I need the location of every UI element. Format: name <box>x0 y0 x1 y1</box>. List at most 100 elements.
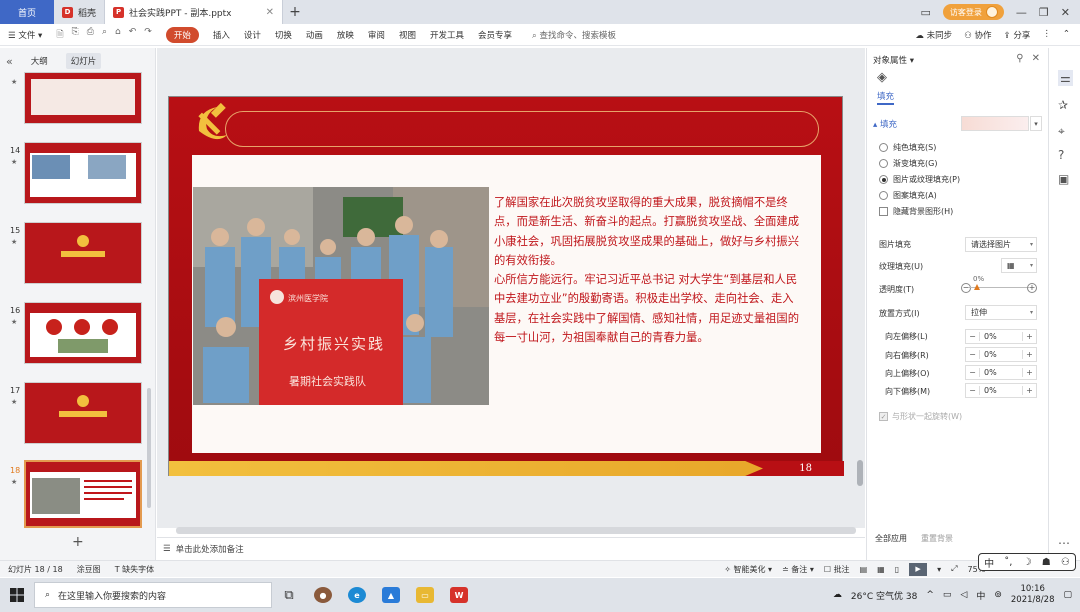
photos-app-icon[interactable]: ▲ <box>374 578 408 612</box>
paint-bucket-icon[interactable]: ◈ <box>877 70 887 85</box>
slide-thumb-15[interactable] <box>24 222 142 284</box>
weather-status[interactable]: 26°C 空气优 38 <box>851 589 917 602</box>
decrease-transparency-button[interactable]: − <box>961 283 971 293</box>
menu-transition[interactable]: 切换 <box>275 29 292 41</box>
save-icon[interactable]: 🗎 <box>56 27 63 43</box>
layout-icon[interactable]: ▭ <box>921 6 931 19</box>
option-solid-fill[interactable]: 纯色填充(S) <box>879 142 936 153</box>
offset-right-stepper[interactable]: −0% + <box>965 347 1037 362</box>
visitor-login-button[interactable]: 访客登录 <box>942 4 1004 20</box>
tab-fill[interactable]: 填充 <box>877 90 895 105</box>
add-tab-button[interactable]: + <box>283 0 307 24</box>
format-icon[interactable]: ⌂ <box>115 27 121 43</box>
menu-slideshow[interactable]: 放映 <box>337 29 354 41</box>
tab-slides[interactable]: 幻灯片 <box>65 53 102 69</box>
theme-name[interactable]: 涂豆图 <box>77 564 101 575</box>
shirt-icon[interactable]: ⚇ <box>1061 557 1070 568</box>
close-tab-icon[interactable]: ✕ <box>266 7 274 18</box>
network-icon[interactable]: ▭ <box>943 590 952 600</box>
picture-fill-select[interactable]: 请选择图片 ▾ <box>965 237 1037 252</box>
volume-icon[interactable]: ◁ <box>960 590 967 600</box>
missing-font-button[interactable]: T 缺失字体 <box>115 564 154 575</box>
hide-background-checkbox[interactable]: 隐藏背景图形(H) <box>879 206 953 217</box>
notification-icon[interactable]: ▢ <box>1063 590 1072 600</box>
thumbnail-scrollbar[interactable] <box>147 388 151 508</box>
notes-button[interactable]: ≐ 备注 ▾ <box>782 564 814 575</box>
restore-icon[interactable]: ❐ <box>1039 6 1049 19</box>
normal-view-icon[interactable]: ▤ <box>860 565 868 574</box>
apply-all-button[interactable]: 全部应用 <box>875 533 907 544</box>
fill-color-swatch[interactable] <box>961 116 1029 131</box>
increase-transparency-button[interactable]: + <box>1027 283 1037 293</box>
tray-expand-icon[interactable]: ^ <box>926 590 934 600</box>
pin-icon[interactable]: ⚲ <box>1016 53 1023 64</box>
undo-icon[interactable]: ↶ <box>129 27 137 43</box>
collab-button[interactable]: ⚇ 协作 <box>964 29 991 41</box>
moon-icon[interactable]: ☽ <box>1023 557 1032 568</box>
tab-document[interactable]: P 社会实践PPT - 副本.pptx ✕ <box>105 0 284 24</box>
add-slide-button[interactable]: + <box>72 534 84 550</box>
sorter-view-icon[interactable]: ▦ <box>877 565 885 574</box>
hat-icon[interactable]: ☗ <box>1042 557 1051 568</box>
close-window-icon[interactable]: ✕ <box>1061 6 1070 19</box>
pin-star-icon[interactable]: ✰ <box>1058 98 1068 112</box>
rotate-with-shape-checkbox[interactable]: ✓ 与形状一起旋转(W) <box>879 411 962 422</box>
edge-browser-icon[interactable]: e <box>340 578 374 612</box>
offset-up-stepper[interactable]: −0% + <box>965 365 1037 380</box>
sync-status[interactable]: ☁ 未同步 <box>915 29 952 41</box>
slide-thumb-13[interactable] <box>24 72 142 124</box>
transparency-slider-knob[interactable] <box>974 284 980 290</box>
close-panel-icon[interactable]: ✕ <box>1032 53 1040 64</box>
tab-outline[interactable]: 大纲 <box>31 55 48 67</box>
menu-review[interactable]: 审阅 <box>368 29 385 41</box>
redo-icon[interactable]: ↷ <box>144 27 152 43</box>
canvas-horizontal-scrollbar[interactable] <box>176 527 856 534</box>
slide-thumb-18[interactable] <box>24 460 142 528</box>
weather-icon[interactable]: ☁ <box>833 590 842 600</box>
taskbar-ime[interactable]: 中 <box>976 589 985 602</box>
collapse-panel-icon[interactable]: « <box>6 55 13 68</box>
menu-view[interactable]: 视图 <box>399 29 416 41</box>
slide-thumb-16[interactable] <box>24 302 142 364</box>
offset-left-stepper[interactable]: −0% + <box>965 329 1037 344</box>
menu-animation[interactable]: 动画 <box>306 29 323 41</box>
menu-developer[interactable]: 开发工具 <box>430 29 464 41</box>
print-icon[interactable]: ⎙ <box>87 27 94 43</box>
play-dropdown-icon[interactable]: ▾ <box>937 565 941 574</box>
comments-button[interactable]: ☐ 批注 <box>824 564 850 575</box>
menu-design[interactable]: 设计 <box>244 29 261 41</box>
export-icon[interactable]: ⎘ <box>72 27 79 43</box>
more-dots-icon[interactable]: ⋯ <box>1058 536 1070 550</box>
windows-start-icon[interactable] <box>0 578 34 612</box>
minimize-icon[interactable]: — <box>1016 6 1027 19</box>
reset-background-button[interactable]: 重置背景 <box>921 533 953 544</box>
fill-dropdown-icon[interactable]: ▾ <box>1030 116 1042 131</box>
reading-view-icon[interactable]: ▯ <box>895 565 899 574</box>
ime-mode[interactable]: 中 <box>984 555 994 570</box>
fit-icon[interactable]: ⤢ <box>951 564 957 574</box>
current-slide[interactable]: 滨州医学院 乡村振兴实践 暑期社会实践队 了解国家在此次脱贫攻坚取得的重大成果，… <box>168 96 844 476</box>
team-photo[interactable]: 滨州医学院 乡村振兴实践 暑期社会实践队 <box>193 187 489 405</box>
fill-section-header[interactable]: ▴ 填充 <box>873 118 897 130</box>
file-explorer-icon[interactable]: ▭ <box>408 578 442 612</box>
texture-fill-select[interactable]: ▦ ▾ <box>1001 258 1037 273</box>
tab-home[interactable]: 首页 <box>0 0 54 24</box>
help-icon[interactable]: ? <box>1058 148 1064 162</box>
option-pattern-fill[interactable]: 图案填充(A) <box>879 190 937 201</box>
menu-member[interactable]: 会员专享 <box>478 29 512 41</box>
image-icon[interactable]: ▣ <box>1058 172 1069 186</box>
canvas-vertical-scrollbar[interactable] <box>857 460 863 486</box>
offset-down-stepper[interactable]: −0% + <box>965 383 1037 398</box>
slide-thumb-17[interactable] <box>24 382 142 444</box>
clock[interactable]: 10:16 2021/8/28 <box>1011 584 1055 606</box>
menu-start[interactable]: 开始 <box>165 26 199 43</box>
placement-select[interactable]: 拉伸 ▾ <box>965 305 1037 320</box>
wps-tray-icon[interactable]: ⊚ <box>994 590 1002 600</box>
slide-body-text[interactable]: 了解国家在此次脱贫攻坚取得的重大成果，脱贫摘帽不是终点，而是新生活、新奋斗的起点… <box>494 193 804 347</box>
location-icon[interactable]: ⌖ <box>1058 124 1065 139</box>
menu-insert[interactable]: 插入 <box>213 29 230 41</box>
command-search[interactable]: ⌕ 查找命令、搜索模板 <box>532 29 616 41</box>
properties-icon[interactable]: ⚌ <box>1058 70 1073 86</box>
menu-file[interactable]: ☰ 文件 ▾ <box>8 29 42 41</box>
task-view-icon[interactable]: ⧉ <box>272 578 306 612</box>
